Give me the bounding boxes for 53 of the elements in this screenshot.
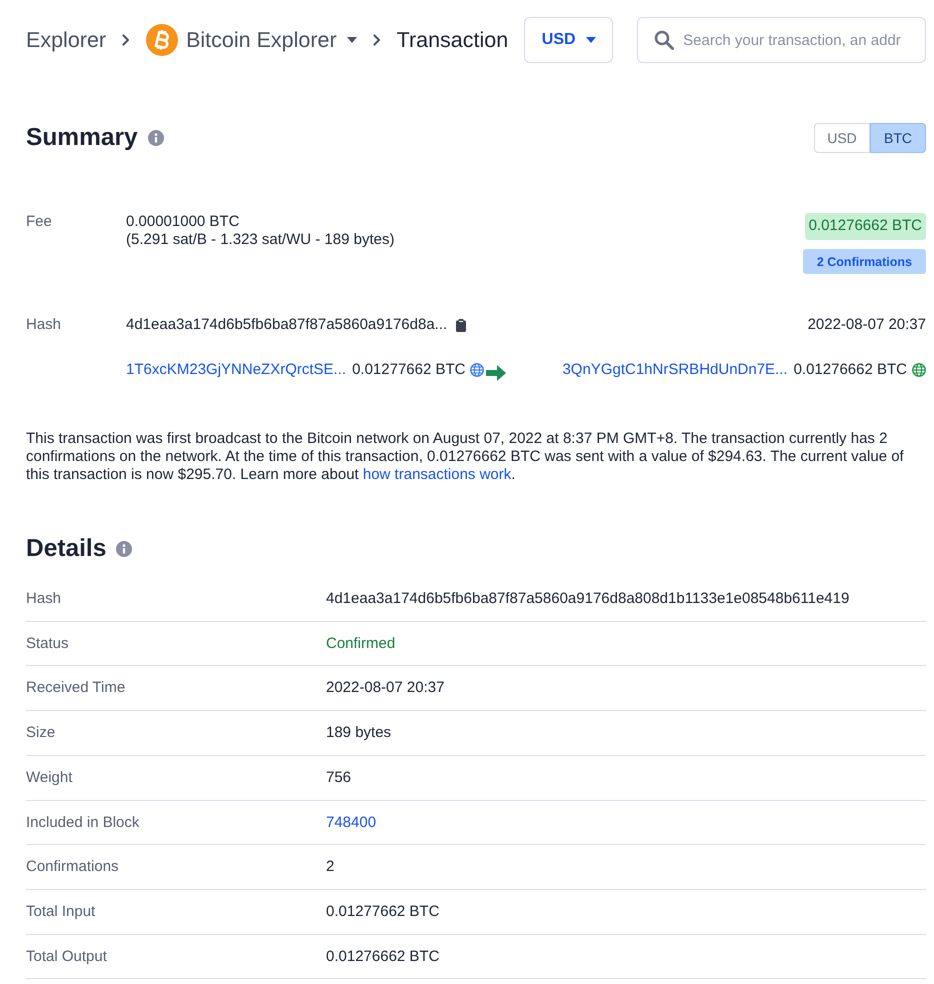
detail-label: Total Output [26,948,108,966]
breadcrumb-link[interactable]: Explorer [26,28,106,52]
detail-label: Confirmations [26,858,120,876]
section-title: Details [26,535,106,563]
detail-value: 0.01276662 BTC [326,948,440,966]
bitcoin-logo-icon [146,24,178,56]
search-icon [654,30,674,50]
amount-badge: 0.01276662 BTC [804,213,926,240]
output-address-link[interactable]: 3QnYGgtC1hNrSRBHdUnDn7E... [562,361,788,379]
detail-label: Weight [26,768,74,787]
fee-value: 0.00001000 BTC [126,213,240,231]
detail-value: 0.01277662 BTC [326,902,440,921]
detail-value: 2022-08-07 20:37 [326,679,446,698]
clipboard-icon[interactable] [456,318,466,332]
detail-label: Size [26,724,56,742]
transaction-time: 2022-08-07 20:37 [808,316,926,334]
transaction-hash: 4d1eaa3a174d6b5fb6ba87f87a5860a9176d8a... [126,316,448,334]
confirmations-badge: 2 Confirmations [802,249,926,274]
currency-dropdown[interactable]: USD [524,17,614,63]
transaction-description: This transaction was first broadcast to the Bitcoin network on August 07, 2022 at 8:37 PM GMT+8. The transaction currently has 2 confirmations on the network. At the time of this transaction, 0.01276662 BTC was sent with a value of $294.63. The current value of this transaction is now $295.70. Learn more about how transactions work. [26,430,905,484]
unit-toggle-button[interactable]: BTC [870,123,926,153]
detail-value: 4d1eaa3a174d6b5fb6ba87f87a5860a9176d8a808d1b1133e1e08548b611e419 [326,590,850,608]
caret-down-icon [586,37,596,43]
chevron-right-icon [372,34,381,46]
input-address-link[interactable]: 1T6xcKM23GjYNNeZXrQrctSE... [126,361,346,379]
status-value: Confirmed [326,634,396,652]
detail-label: Status [26,634,70,652]
globe-icon[interactable] [912,363,926,377]
caret-down-icon [346,37,357,43]
field-label: Fee [26,213,53,232]
detail-value: 756 [326,768,352,787]
search-field[interactable]: Search your transaction, an addr [637,17,926,63]
breadcrumb-current: Transaction [396,28,508,52]
detail-value: 2 [326,858,336,876]
detail-label: Included in Block [26,814,140,832]
field-label: Hash [26,316,62,334]
detail-value: 189 bytes [326,724,392,742]
info-icon[interactable] [116,541,132,557]
unit-toggle-button[interactable]: USD [814,123,870,153]
output-amount: 0.01276662 BTC [794,361,907,379]
detail-label: Total Input [26,902,96,921]
learn-more-link[interactable]: how transactions work [362,466,512,483]
detail-label: Hash [26,590,62,608]
chevron-right-icon [122,34,130,46]
input-amount: 0.01277662 BTC [352,361,466,379]
detail-label: Received Time [26,679,126,698]
section-title: Summary [26,124,138,152]
arrow-right-icon [486,365,506,381]
info-icon[interactable] [148,130,164,146]
block-link[interactable]: 748400 [326,814,376,831]
fee-detail: (5.291 sat/B - 1.323 sat/WU - 189 bytes) [126,231,396,249]
network-dropdown[interactable]: Bitcoin Explorer [146,24,357,56]
globe-icon[interactable] [470,363,484,377]
